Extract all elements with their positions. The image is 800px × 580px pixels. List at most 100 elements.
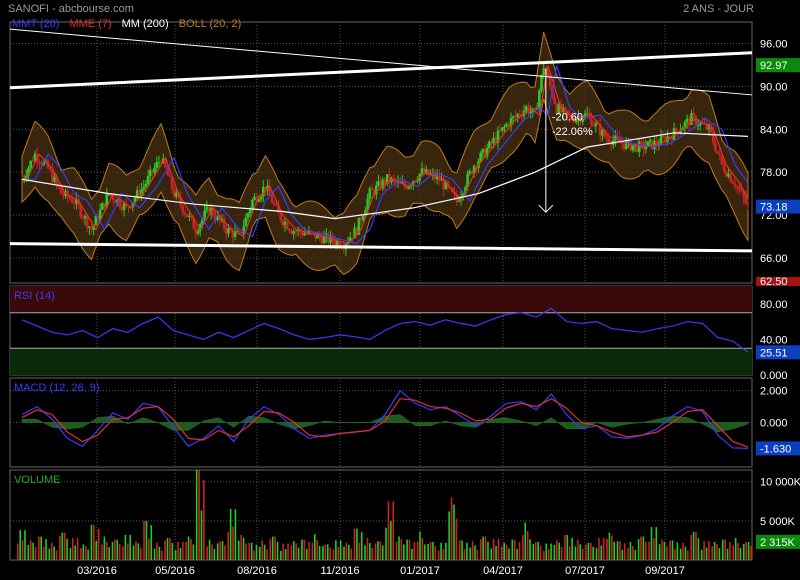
volume-bar xyxy=(406,539,408,560)
volume-bar xyxy=(539,546,542,560)
volume-bar xyxy=(198,470,200,560)
volume-bar xyxy=(566,534,569,560)
volume-bar xyxy=(305,548,308,560)
volume-bar xyxy=(676,542,679,560)
volume-bar xyxy=(587,542,590,560)
volume-bar xyxy=(314,534,316,560)
volume-bar xyxy=(589,542,592,560)
candle-body xyxy=(694,115,698,126)
x-tick-label: 07/2017 xyxy=(565,565,605,577)
volume-bar xyxy=(637,539,640,560)
volume-bar xyxy=(495,546,497,560)
y-tick-label: 2.000 xyxy=(760,386,788,398)
rsi-oversold-zone xyxy=(10,348,752,375)
volume-bar xyxy=(703,541,705,560)
volume-bar xyxy=(101,544,103,560)
period-label: 2 ANS - JOUR xyxy=(683,3,754,15)
volume-bar xyxy=(250,542,253,560)
volume-bar xyxy=(122,546,124,560)
volume-bar xyxy=(72,538,74,560)
volume-bar xyxy=(550,543,552,560)
volume-bar xyxy=(280,550,282,560)
volume-bar xyxy=(335,540,337,560)
volume-bar xyxy=(345,542,348,560)
candle-body xyxy=(540,75,543,91)
volume-bar xyxy=(114,539,116,560)
volume-bar xyxy=(613,541,616,560)
volume-bar xyxy=(343,546,345,560)
volume-bar xyxy=(242,537,245,560)
volume-bar xyxy=(592,546,594,560)
volume-bar xyxy=(93,524,95,560)
volume-bar xyxy=(503,542,505,560)
candle-body xyxy=(183,212,187,215)
candle-body xyxy=(275,204,278,206)
volume-bar xyxy=(434,546,437,560)
volume-bar xyxy=(45,539,47,560)
volume-bar xyxy=(445,542,447,560)
x-tick-label: 04/2017 xyxy=(483,565,523,577)
candle-body xyxy=(733,183,737,187)
volume-bar xyxy=(200,510,203,560)
volume-bar xyxy=(27,544,30,560)
series-line-rsi xyxy=(21,307,749,353)
volume-bar xyxy=(90,524,93,560)
volume-bar xyxy=(619,541,621,560)
volume-bar xyxy=(708,541,710,560)
volume-bar xyxy=(490,548,493,560)
volume-bar xyxy=(245,543,247,560)
volume-bar xyxy=(442,548,445,560)
candle-body xyxy=(457,200,461,202)
stock-chart: 03/2016 05/2016 08/2016 11/2016 01/2017 04/20… xyxy=(9,21,800,577)
volume-bar xyxy=(600,545,603,560)
macd-value-badge: -1.630 xyxy=(760,443,791,455)
volume-bar xyxy=(724,539,726,560)
volume-bar xyxy=(179,548,182,560)
volume-bar xyxy=(350,548,352,560)
y-tick-label: 80.00 xyxy=(760,299,788,311)
y-tick-label: 40.00 xyxy=(760,334,788,346)
volume-bar xyxy=(234,509,237,560)
candle-body xyxy=(738,186,741,190)
volume-bar xyxy=(174,550,177,560)
volume-bar xyxy=(61,532,64,560)
volume-bar xyxy=(437,550,440,560)
volume-bar xyxy=(627,548,629,560)
volume-bar xyxy=(421,538,424,560)
trendline-1 xyxy=(9,51,753,90)
candle-body xyxy=(288,229,291,232)
volume-bar xyxy=(148,538,150,560)
candle-body xyxy=(501,127,504,131)
volume-bar xyxy=(185,541,187,560)
volume-bar xyxy=(34,547,37,560)
volume-bar xyxy=(271,536,274,560)
volume-bar xyxy=(655,527,658,560)
volume-bar xyxy=(721,539,724,560)
volume-bar xyxy=(684,546,687,560)
indicator-legend: MMT (20) MME (7) MM (200) BOLL (20, 2) xyxy=(12,18,241,30)
volume-bar xyxy=(466,542,468,560)
volume-bar xyxy=(564,534,566,560)
volume-bar xyxy=(171,543,174,560)
candle-body xyxy=(59,187,63,195)
candle-body xyxy=(294,230,298,232)
volume-bar xyxy=(50,542,53,560)
volume-value-badge: 2 315K xyxy=(760,537,796,549)
volume-bar xyxy=(616,541,619,560)
candle-body xyxy=(270,195,274,203)
volume-bar xyxy=(269,539,272,560)
rsi-label: RSI (14) xyxy=(14,290,55,302)
volume-bar xyxy=(697,538,700,560)
candle-body xyxy=(181,205,185,213)
candle-body xyxy=(48,168,52,170)
candle-body xyxy=(716,151,719,154)
candle-body xyxy=(590,116,593,126)
volume-bar xyxy=(508,548,510,560)
volume-bar xyxy=(248,542,251,560)
candle-body xyxy=(244,217,248,227)
candle-body xyxy=(368,188,372,199)
volume-bar xyxy=(482,536,484,560)
volume-bar xyxy=(80,547,82,560)
volume-bar xyxy=(413,541,416,560)
volume-bar xyxy=(324,544,327,560)
